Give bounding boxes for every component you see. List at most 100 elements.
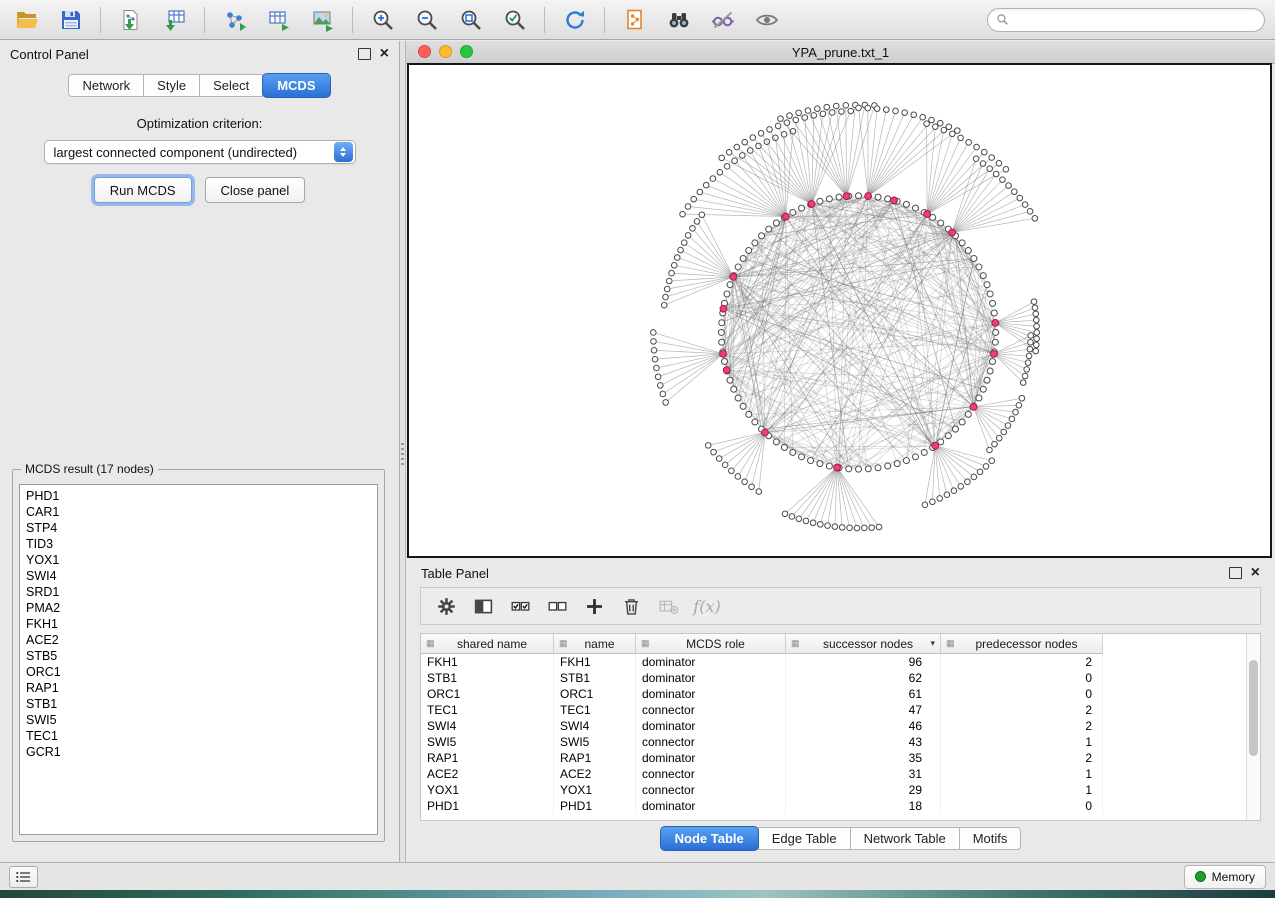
table-row[interactable]: ACE2ACE2connector311 bbox=[421, 766, 1260, 782]
zoom-out-button[interactable] bbox=[410, 5, 443, 35]
table-row[interactable]: ORC1ORC1dominator610 bbox=[421, 686, 1260, 702]
mcds-node-item[interactable]: GCR1 bbox=[20, 744, 377, 760]
add-row-button[interactable] bbox=[579, 592, 609, 620]
tab-style[interactable]: Style bbox=[143, 74, 200, 97]
mcds-node-item[interactable]: TID3 bbox=[20, 536, 377, 552]
column-header-shared-name[interactable]: ▦shared name bbox=[421, 634, 554, 654]
network-from-clipboard-button[interactable] bbox=[618, 5, 651, 35]
tab-edge-table[interactable]: Edge Table bbox=[758, 827, 851, 850]
table-row[interactable]: SWI5SWI5connector431 bbox=[421, 734, 1260, 750]
application-window: Control Panel × NetworkStyleSelectMCDS O… bbox=[0, 0, 1275, 898]
find-button[interactable] bbox=[662, 5, 695, 35]
select-all-icon bbox=[510, 596, 531, 617]
column-label: predecessor nodes bbox=[965, 637, 1077, 651]
float-panel-button[interactable] bbox=[358, 48, 371, 60]
scrollbar-thumb[interactable] bbox=[1249, 660, 1258, 756]
plus-icon bbox=[584, 596, 605, 617]
cell-successor-nodes: 96 bbox=[786, 654, 941, 670]
zoom-in-button[interactable] bbox=[366, 5, 399, 35]
table-row[interactable]: RAP1RAP1dominator352 bbox=[421, 750, 1260, 766]
column-header-name[interactable]: ▦name bbox=[554, 634, 636, 654]
mcds-node-item[interactable]: SWI5 bbox=[20, 712, 377, 728]
save-session-button[interactable] bbox=[54, 5, 87, 35]
clear-table-button[interactable] bbox=[653, 592, 683, 620]
column-label: MCDS role bbox=[676, 637, 745, 651]
mcds-node-item[interactable]: TEC1 bbox=[20, 728, 377, 744]
tab-network[interactable]: Network bbox=[68, 74, 144, 97]
table-row[interactable]: STB1STB1dominator620 bbox=[421, 670, 1260, 686]
column-type-icon: ▦ bbox=[559, 639, 568, 648]
cell-name: RAP1 bbox=[554, 750, 636, 766]
mcds-node-item[interactable]: STP4 bbox=[20, 520, 377, 536]
table-row[interactable]: FKH1FKH1dominator962 bbox=[421, 654, 1260, 670]
table-row[interactable]: SWI4SWI4dominator462 bbox=[421, 718, 1260, 734]
close-panel-button[interactable]: Close panel bbox=[205, 177, 306, 203]
mcds-result-group: MCDS result (17 nodes) PHD1CAR1STP4TID3Y… bbox=[12, 462, 385, 842]
show-graphics-button[interactable] bbox=[750, 5, 783, 35]
export-table-button[interactable] bbox=[262, 5, 295, 35]
table-row[interactable]: YOX1YOX1connector291 bbox=[421, 782, 1260, 798]
delete-row-button[interactable] bbox=[616, 592, 646, 620]
network-graph[interactable] bbox=[409, 65, 1270, 556]
open-file-button[interactable] bbox=[10, 5, 43, 35]
float-table-panel-button[interactable] bbox=[1229, 567, 1242, 579]
tab-node-table[interactable]: Node Table bbox=[660, 826, 759, 851]
cell-successor-nodes: 43 bbox=[786, 734, 941, 750]
column-header-MCDS-role[interactable]: ▦MCDS role bbox=[636, 634, 786, 654]
mcds-node-item[interactable]: SRD1 bbox=[20, 584, 377, 600]
mcds-node-item[interactable]: SWI4 bbox=[20, 568, 377, 584]
table-row[interactable]: TEC1TEC1connector472 bbox=[421, 702, 1260, 718]
refresh-icon bbox=[563, 8, 587, 32]
mcds-node-item[interactable]: ORC1 bbox=[20, 664, 377, 680]
import-table-button[interactable] bbox=[158, 5, 191, 35]
mcds-node-item[interactable]: ACE2 bbox=[20, 632, 377, 648]
tab-select[interactable]: Select bbox=[199, 74, 263, 97]
cell-predecessor-nodes: 2 bbox=[941, 750, 1103, 766]
mcds-node-item[interactable]: YOX1 bbox=[20, 552, 377, 568]
zoom-selected-button[interactable] bbox=[498, 5, 531, 35]
search-input[interactable] bbox=[1014, 12, 1256, 28]
gear-icon bbox=[436, 596, 457, 617]
select-all-rows-button[interactable] bbox=[505, 592, 535, 620]
optimization-criterion-label: Optimization criterion: bbox=[0, 116, 399, 131]
mcds-node-item[interactable]: STB1 bbox=[20, 696, 377, 712]
close-panel-icon-button[interactable]: × bbox=[380, 49, 389, 59]
hide-graphics-button[interactable] bbox=[706, 5, 739, 35]
mcds-result-list[interactable]: PHD1CAR1STP4TID3YOX1SWI4SRD1PMA2FKH1ACE2… bbox=[19, 484, 378, 835]
control-panel: Control Panel × NetworkStyleSelectMCDS O… bbox=[0, 41, 400, 862]
export-network-button[interactable] bbox=[218, 5, 251, 35]
table-scrollbar[interactable] bbox=[1246, 634, 1260, 820]
mcds-node-item[interactable]: FKH1 bbox=[20, 616, 377, 632]
close-table-panel-button[interactable]: × bbox=[1251, 568, 1260, 578]
memory-button[interactable]: Memory bbox=[1184, 865, 1266, 889]
cell-shared-name: ACE2 bbox=[421, 766, 554, 782]
mcds-node-item[interactable]: STB5 bbox=[20, 648, 377, 664]
panel-toggle-button[interactable] bbox=[9, 866, 38, 888]
search-field[interactable] bbox=[987, 8, 1265, 32]
tab-motifs[interactable]: Motifs bbox=[959, 827, 1022, 850]
control-panel-tabs: NetworkStyleSelectMCDS bbox=[0, 74, 399, 97]
network-window-titlebar: YPA_prune.txt_1 bbox=[406, 41, 1275, 64]
select-stepper-icon bbox=[334, 142, 353, 162]
mcds-node-item[interactable]: PHD1 bbox=[20, 488, 377, 504]
function-builder-button[interactable]: f(x) bbox=[690, 592, 720, 620]
column-header-successor-nodes[interactable]: ▦successor nodes▾ bbox=[786, 634, 941, 654]
run-mcds-button[interactable]: Run MCDS bbox=[94, 177, 192, 203]
mcds-node-item[interactable]: PMA2 bbox=[20, 600, 377, 616]
tab-mcds[interactable]: MCDS bbox=[262, 73, 330, 98]
tab-network-table[interactable]: Network Table bbox=[850, 827, 960, 850]
column-chooser-button[interactable] bbox=[468, 592, 498, 620]
cell-name: TEC1 bbox=[554, 702, 636, 718]
import-network-button[interactable] bbox=[114, 5, 147, 35]
toolbar-separator bbox=[204, 7, 205, 33]
table-settings-button[interactable] bbox=[431, 592, 461, 620]
zoom-fit-button[interactable] bbox=[454, 5, 487, 35]
mcds-node-item[interactable]: CAR1 bbox=[20, 504, 377, 520]
table-row[interactable]: PHD1PHD1dominator180 bbox=[421, 798, 1260, 814]
optimization-criterion-select[interactable]: largest connected component (undirected) bbox=[44, 140, 356, 164]
export-image-button[interactable] bbox=[306, 5, 339, 35]
refresh-button[interactable] bbox=[558, 5, 591, 35]
column-header-predecessor-nodes[interactable]: ▦predecessor nodes bbox=[941, 634, 1103, 654]
deselect-all-rows-button[interactable] bbox=[542, 592, 572, 620]
mcds-node-item[interactable]: RAP1 bbox=[20, 680, 377, 696]
